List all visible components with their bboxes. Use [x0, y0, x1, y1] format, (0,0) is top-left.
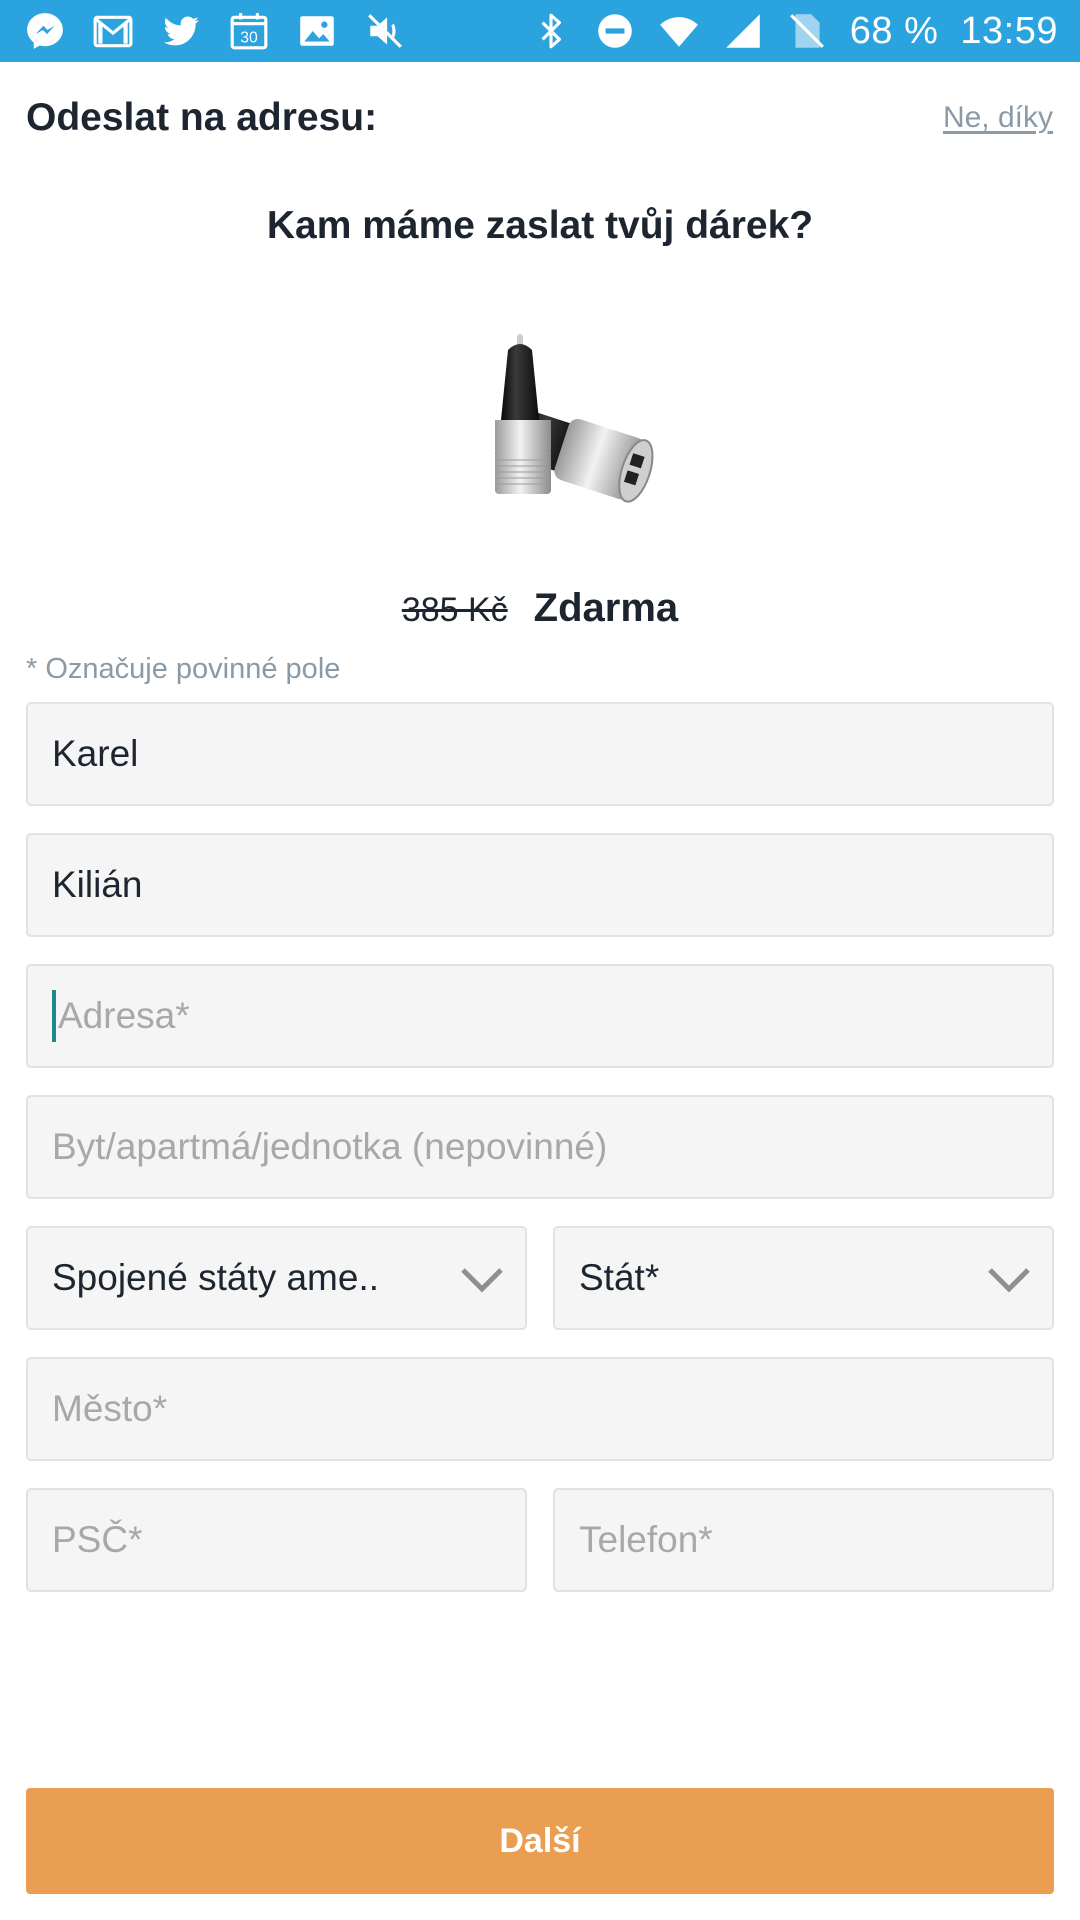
state-select[interactable]: Stát* — [553, 1226, 1054, 1330]
city-field[interactable]: Město* — [26, 1357, 1054, 1461]
car-charger-image — [440, 320, 670, 530]
first-name-field[interactable]: Karel — [26, 702, 1054, 806]
gallery-icon — [296, 10, 338, 52]
twitter-icon — [160, 10, 202, 52]
gift-question: Kam máme zaslat tvůj dárek? — [266, 204, 814, 247]
no-sim-icon — [786, 10, 828, 52]
last-name-value: Kilián — [52, 864, 143, 905]
last-name-field[interactable]: Kilián — [26, 833, 1054, 937]
chevron-down-icon — [988, 1268, 1030, 1293]
bluetooth-icon — [530, 10, 572, 52]
free-price: Zdarma — [533, 586, 679, 630]
svg-text:30: 30 — [240, 30, 258, 47]
clock: 13:59 — [960, 9, 1058, 52]
text-cursor — [52, 990, 56, 1042]
messenger-icon — [24, 10, 66, 52]
status-bar: 30 68 % 13:59 — [0, 0, 1080, 62]
phone-field[interactable]: Telefon* — [553, 1488, 1054, 1592]
old-price: 385 Kč — [401, 591, 508, 629]
page-title: Odeslat na adresu: — [26, 96, 378, 139]
address-placeholder: Adresa* — [58, 995, 190, 1036]
do-not-disturb-icon — [594, 10, 636, 52]
address-field[interactable]: Adresa* — [26, 964, 1054, 1068]
apartment-field[interactable]: Byt/apartmá/jednotka (nepovinné) — [26, 1095, 1054, 1199]
wifi-icon — [658, 10, 700, 52]
status-bar-system: 68 % 13:59 — [530, 0, 1058, 62]
no-thanks-link[interactable]: Ne, díky — [943, 101, 1053, 135]
city-placeholder: Město* — [52, 1388, 168, 1429]
price-row: 385 Kč Zdarma — [0, 586, 1080, 631]
apartment-placeholder: Byt/apartmá/jednotka (nepovinné) — [52, 1126, 608, 1167]
state-value: Stát* — [579, 1257, 660, 1298]
chevron-down-icon — [461, 1268, 503, 1293]
cell-signal-icon — [722, 10, 764, 52]
zip-placeholder: PSČ* — [52, 1519, 143, 1560]
zip-field[interactable]: PSČ* — [26, 1488, 527, 1592]
status-bar-notifications: 30 — [24, 0, 406, 62]
phone-placeholder: Telefon* — [579, 1519, 713, 1560]
required-field-note: * Označuje povinné pole — [26, 653, 341, 685]
first-name-value: Karel — [52, 733, 139, 774]
country-value: Spojené státy ame.. — [52, 1257, 380, 1298]
battery-text: 68 % — [849, 9, 939, 52]
mute-icon — [364, 10, 406, 52]
gmail-icon — [92, 10, 134, 52]
calendar-icon: 30 — [228, 10, 270, 52]
country-select[interactable]: Spojené státy ame.. — [26, 1226, 527, 1330]
next-button[interactable]: Další — [26, 1788, 1054, 1894]
